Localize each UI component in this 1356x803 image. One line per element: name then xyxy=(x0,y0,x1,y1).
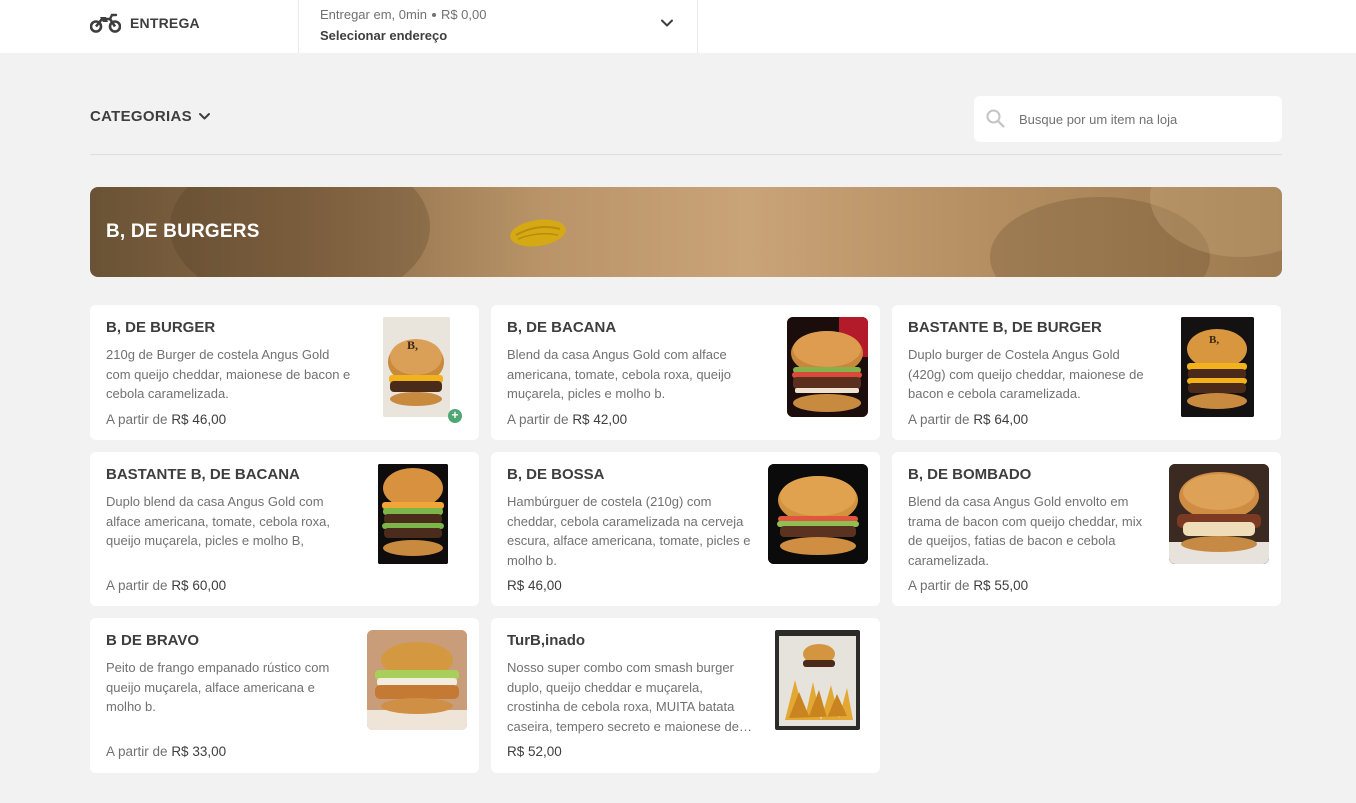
item-price: R$ 52,00 xyxy=(507,744,562,759)
item-price: A partir de R$ 64,00 xyxy=(908,412,1029,427)
item-description: Duplo blend da casa Angus Gold com alfac… xyxy=(106,494,331,549)
chevron-down-icon xyxy=(661,19,673,27)
search-input[interactable] xyxy=(1019,108,1269,130)
categories-label: CATEGORIAS xyxy=(90,108,192,125)
item-description: Blend da casa Angus Gold envolto em tram… xyxy=(908,494,1143,568)
item-name: TurB,inado xyxy=(507,632,586,649)
item-name: BASTANTE B, DE BACANA xyxy=(106,466,300,483)
search-icon xyxy=(986,109,1005,128)
item-name: B, DE BACANA xyxy=(507,319,617,336)
menu-item-card[interactable]: B, DE BURGER 210g de Burger de costela A… xyxy=(90,305,479,440)
item-image: B, xyxy=(383,317,450,417)
svg-text:B,: B, xyxy=(1209,334,1219,346)
item-image xyxy=(768,464,868,564)
item-name: B, DE BOSSA xyxy=(507,466,605,483)
item-price: R$ 46,00 xyxy=(507,578,562,593)
section-banner: B, DE BURGERS xyxy=(90,187,1282,277)
category-bar: CATEGORIAS xyxy=(90,96,1282,155)
menu-item-card[interactable]: BASTANTE B, DE BACANA Duplo blend da cas… xyxy=(90,452,479,606)
item-image xyxy=(367,630,467,730)
item-image: B, xyxy=(1181,317,1254,417)
item-description: Peito de frango empanado rústico com que… xyxy=(106,660,330,715)
delivery-mode-label: ENTREGA xyxy=(130,15,200,31)
add-item-badge[interactable]: + xyxy=(448,409,462,423)
chevron-down-icon xyxy=(198,113,210,120)
section-title: B, DE BURGERS xyxy=(106,221,260,242)
motorcycle-icon xyxy=(90,13,121,33)
menu-item-card[interactable]: BASTANTE B, DE BURGER Duplo burger de Co… xyxy=(892,305,1281,440)
item-image xyxy=(775,630,860,730)
delivery-time: Entregar em, 0min xyxy=(320,7,427,22)
item-description: 210g de Burger de costela Angus Gold com… xyxy=(106,347,351,402)
delivery-fee: R$ 0,00 xyxy=(440,7,487,22)
search-box[interactable] xyxy=(974,96,1282,142)
item-price: A partir de R$ 46,00 xyxy=(106,412,227,427)
top-bar: ENTREGA Entregar em, 0min R$ 0,00 Selecio… xyxy=(0,0,1356,53)
item-name: BASTANTE B, DE BURGER xyxy=(908,319,1102,336)
item-description: Duplo burger de Costela Angus Gold (420g… xyxy=(908,347,1144,402)
delivery-mode-toggle[interactable]: ENTREGA xyxy=(90,0,200,46)
item-price: A partir de R$ 33,00 xyxy=(106,744,227,759)
svg-text:B,: B, xyxy=(407,338,418,352)
brand-logo-mark xyxy=(510,219,566,247)
item-description: Blend da casa Angus Gold com alface amer… xyxy=(507,347,732,402)
menu-item-card[interactable]: TurB,inado Nosso super combo com smash b… xyxy=(491,618,880,773)
menu-item-card[interactable]: B, DE BOMBADO Blend da casa Angus Gold e… xyxy=(892,452,1281,606)
separator-dot xyxy=(431,12,436,17)
item-name: B, DE BURGER xyxy=(106,319,216,336)
menu-item-card[interactable]: B DE BRAVO Peito de frango empanado rúst… xyxy=(90,618,479,773)
item-description: Hambúrguer de costela (210g) com cheddar… xyxy=(507,494,751,568)
item-description: Nosso super combo com smash burger duplo… xyxy=(507,660,739,734)
item-price: A partir de R$ 42,00 xyxy=(507,412,628,427)
item-name: B DE BRAVO xyxy=(106,632,200,649)
categories-dropdown[interactable]: CATEGORIAS xyxy=(90,108,211,125)
item-image xyxy=(787,317,868,417)
address-selector[interactable]: Entregar em, 0min R$ 0,00 Selecionar ende… xyxy=(298,0,698,53)
delivery-info: Entregar em, 0min R$ 0,00 xyxy=(320,7,486,22)
select-address-label: Selecionar endereço xyxy=(320,28,448,43)
item-name: B, DE BOMBADO xyxy=(908,466,1032,483)
item-price: A partir de R$ 60,00 xyxy=(106,578,227,593)
item-image xyxy=(378,464,448,564)
menu-item-card[interactable]: B, DE BOSSA Hambúrguer de costela (210g)… xyxy=(491,452,880,606)
menu-item-card[interactable]: B, DE BACANA Blend da casa Angus Gold co… xyxy=(491,305,880,440)
item-image xyxy=(1169,464,1269,564)
item-price: A partir de R$ 55,00 xyxy=(908,578,1029,593)
